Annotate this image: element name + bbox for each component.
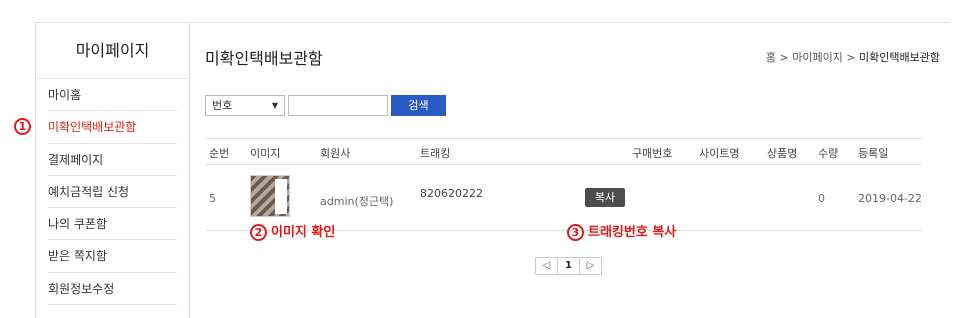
cell-date: 2019-04-22: [858, 192, 922, 205]
header-image: 이미지: [250, 147, 281, 160]
breadcrumb-separator: >: [779, 51, 789, 64]
annotation-1: 1: [14, 118, 35, 135]
annotation-number: 3: [567, 224, 584, 241]
header-date: 등록일: [858, 147, 889, 160]
annotation-text: 트래킹번호 복사: [588, 225, 677, 240]
parcel-thumbnail[interactable]: [250, 175, 290, 217]
annotation-2: 2 이미지 확인: [250, 221, 335, 241]
cell-tracking: 820620222: [420, 187, 483, 200]
page-number[interactable]: 1: [557, 257, 580, 275]
header-quantity: 수량: [818, 147, 839, 160]
search-input[interactable]: [288, 94, 388, 116]
sidebar: 마이페이지 마이홈 미확인택배보관함 결제페이지 예치금적립 신청 나의 쿠폰함…: [35, 22, 190, 318]
copy-tracking-button[interactable]: 복사: [585, 188, 625, 207]
cell-index: 5: [209, 192, 216, 205]
header-tracking: 트래킹: [420, 147, 451, 160]
pagination: ◁ 1 ▷: [535, 257, 602, 275]
search-bar: 번호 ▼ 검색: [205, 94, 446, 116]
page-title: 미확인택배보관함: [205, 49, 323, 68]
sidebar-item-edit-profile[interactable]: 회원정보수정: [48, 273, 177, 306]
sidebar-item-coupons[interactable]: 나의 쿠폰함: [48, 208, 177, 241]
search-select-value: 번호: [212, 98, 233, 112]
breadcrumb-parent[interactable]: 마이페이지: [792, 51, 843, 64]
header-member: 회원사: [320, 147, 351, 160]
header-site: 사이트명: [699, 147, 740, 160]
breadcrumb-separator: >: [846, 51, 856, 64]
breadcrumb: 홈 > 마이페이지 > 미확인택배보관함: [766, 49, 940, 65]
sidebar-menu: 마이홈 미확인택배보관함 결제페이지 예치금적립 신청 나의 쿠폰함 받은 쪽지…: [36, 79, 189, 306]
cell-quantity: 0: [818, 192, 825, 205]
sidebar-item-payment[interactable]: 결제페이지: [48, 144, 177, 176]
sidebar-item-unidentified-parcels[interactable]: 미확인택배보관함: [48, 111, 177, 144]
cell-member: admin(정근택): [320, 195, 394, 208]
sidebar-item-deposit-request[interactable]: 예치금적립 신청: [48, 176, 177, 209]
prev-page-icon[interactable]: ◁: [535, 257, 558, 275]
annotation-3: 3 트래킹번호 복사: [567, 221, 676, 241]
annotation-number: 2: [250, 224, 267, 241]
breadcrumb-current: 미확인택배보관함: [859, 51, 940, 64]
main-content: 미확인택배보관함 홈 > 마이페이지 > 미확인택배보관함 번호 ▼ 검색 순번…: [190, 22, 950, 318]
header-purchase-no: 구매번호: [632, 147, 673, 160]
caret-down-icon: ▼: [271, 100, 278, 110]
annotation-text: 이미지 확인: [271, 225, 336, 240]
sidebar-title: 마이페이지: [36, 23, 189, 79]
header-product: 상품명: [767, 147, 798, 160]
annotation-number: 1: [14, 118, 31, 135]
table-header: 순번 이미지 회원사 트래킹 구매번호 사이트명 상품명 수량 등록일: [205, 138, 922, 165]
parcel-table: 순번 이미지 회원사 트래킹 구매번호 사이트명 상품명 수량 등록일 5 ad…: [205, 138, 922, 231]
sidebar-item-myhome[interactable]: 마이홈: [48, 79, 177, 112]
sidebar-item-messages[interactable]: 받은 쪽지함: [48, 240, 177, 273]
breadcrumb-home[interactable]: 홈: [766, 51, 776, 64]
next-page-icon[interactable]: ▷: [579, 257, 602, 275]
header-index: 순번: [209, 147, 230, 160]
search-button[interactable]: 검색: [391, 94, 446, 116]
search-field-select[interactable]: 번호 ▼: [205, 94, 285, 116]
